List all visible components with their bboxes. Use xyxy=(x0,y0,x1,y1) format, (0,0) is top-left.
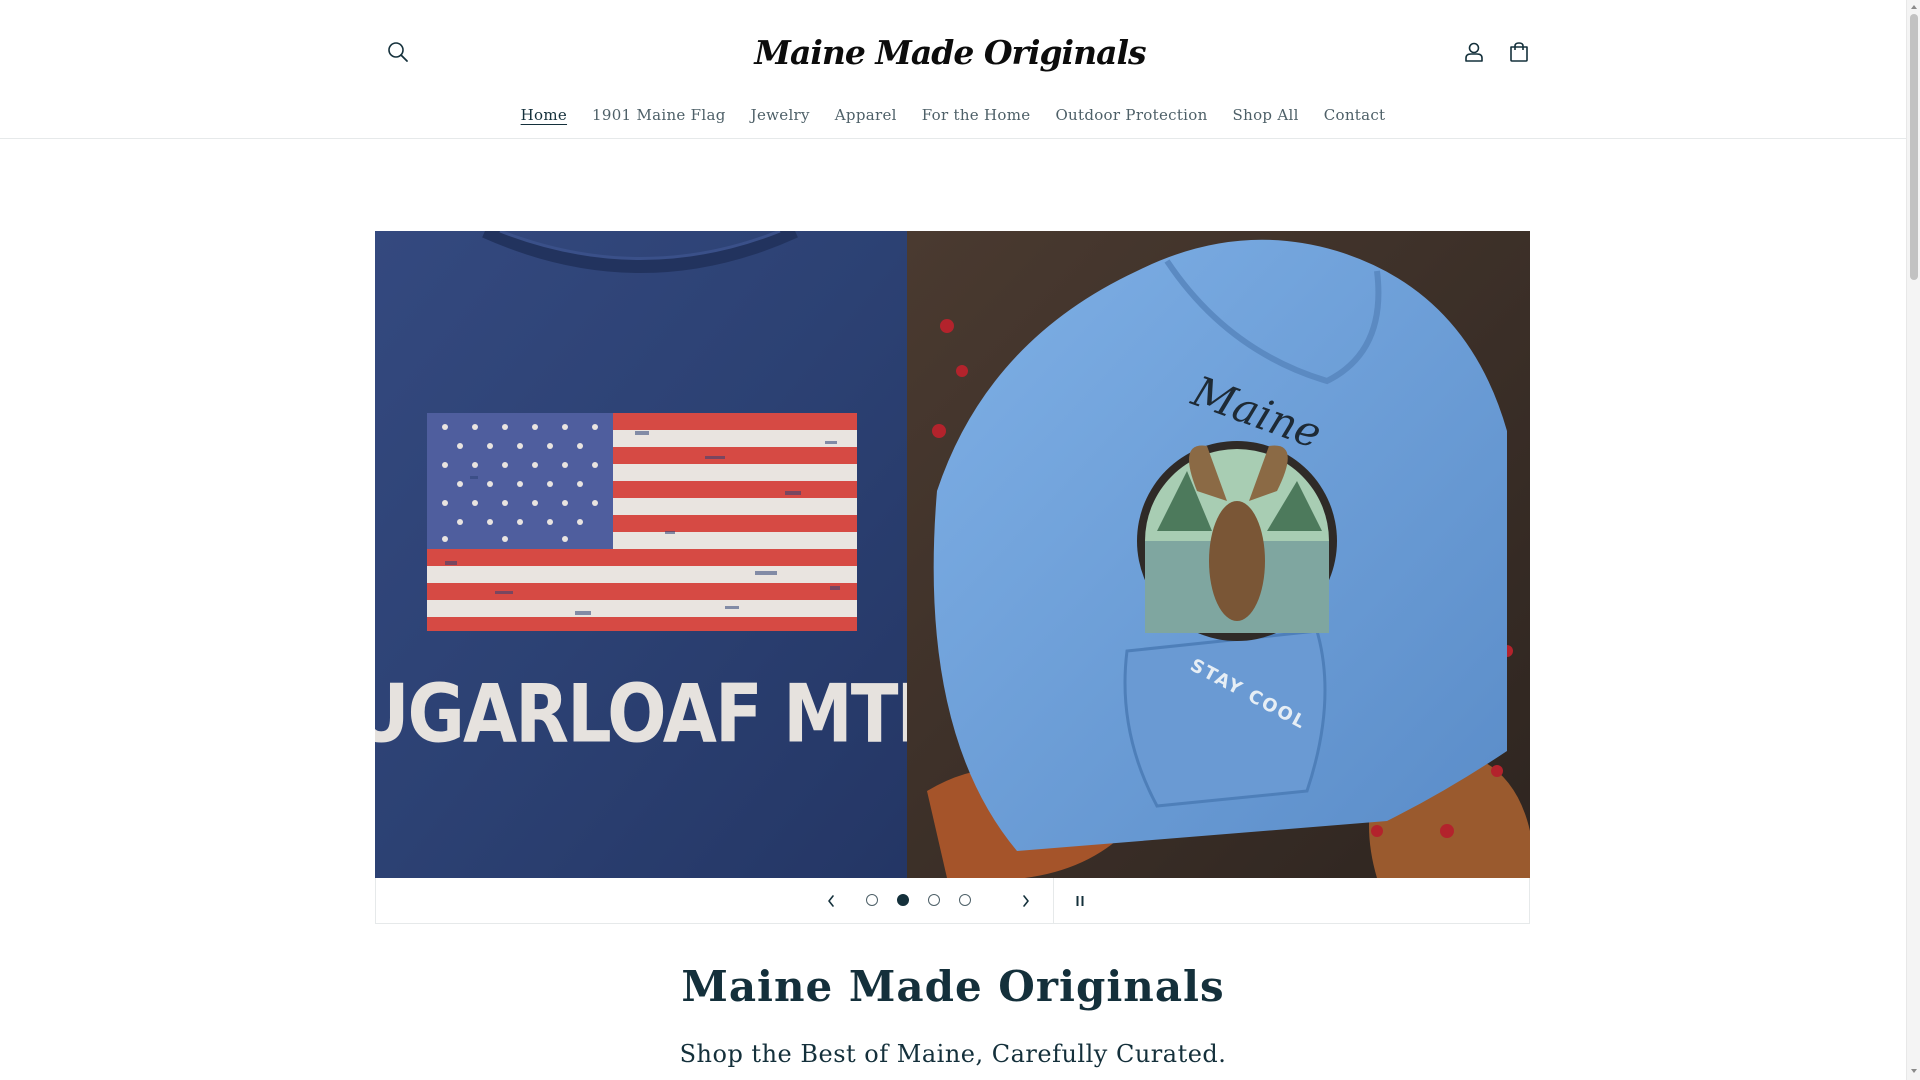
previous-slide-button[interactable] xyxy=(816,886,846,916)
nav-item-shop-all[interactable]: Shop All xyxy=(1220,106,1311,124)
nav-item-outdoor-protection[interactable]: Outdoor Protection xyxy=(1043,106,1220,124)
pause-slideshow-button[interactable] xyxy=(1065,886,1095,916)
nav-item-home[interactable]: Home xyxy=(508,106,579,124)
hoodie-image: Maine STAY COOL xyxy=(907,231,1530,878)
hero-subtitle: Shop the Best of Maine, Carefully Curate… xyxy=(679,1040,1227,1068)
slide-dot-3[interactable] xyxy=(928,894,940,906)
slide-dot-2[interactable] xyxy=(897,894,909,906)
flag-print xyxy=(427,413,857,631)
slide-dot-4[interactable] xyxy=(959,894,971,906)
slideshow-controls xyxy=(375,878,1530,924)
page: Maine Made Originals Home 1901 Maine Fla… xyxy=(0,0,1906,1080)
nav-item-1901-maine-flag[interactable]: 1901 Maine Flag xyxy=(580,106,739,124)
tshirt-image: SUGARLOAF MTN. xyxy=(375,231,907,878)
pause-icon xyxy=(1076,896,1084,906)
site-logo[interactable]: Maine Made Originals xyxy=(754,22,1146,82)
slide-dot-1[interactable] xyxy=(866,894,878,906)
cart-button[interactable] xyxy=(1501,34,1537,70)
scroll-down-arrow-icon[interactable] xyxy=(1909,1066,1919,1076)
account-button[interactable] xyxy=(1456,34,1492,70)
controls-divider xyxy=(1053,878,1054,924)
scroll-up-arrow-icon[interactable] xyxy=(1909,2,1919,12)
nav-item-contact[interactable]: Contact xyxy=(1311,106,1398,124)
chevron-right-icon xyxy=(1023,895,1029,907)
user-icon xyxy=(1465,42,1483,62)
hoodie-illustration: Maine STAY COOL xyxy=(907,231,1530,878)
search-button[interactable] xyxy=(380,34,416,70)
nav-item-for-the-home[interactable]: For the Home xyxy=(909,106,1043,124)
cart-icon xyxy=(1510,42,1528,62)
logo-text: Maine Made Originals xyxy=(754,32,1146,72)
nav-item-jewelry[interactable]: Jewelry xyxy=(738,106,822,124)
search-icon xyxy=(388,42,408,62)
scrollbar-thumb[interactable] xyxy=(1910,14,1918,280)
slide-dots xyxy=(866,894,971,906)
tshirt-illustration: SUGARLOAF MTN. xyxy=(375,231,907,878)
page-scrollbar[interactable] xyxy=(1906,0,1920,1080)
site-header: Maine Made Originals Home 1901 Maine Fla… xyxy=(0,0,1906,139)
main-nav: Home 1901 Maine Flag Jewelry Apparel For… xyxy=(0,103,1906,127)
hero-title: Maine Made Originals xyxy=(681,962,1225,1011)
moose-badge xyxy=(1137,441,1337,641)
hero-slideshow: SUGARLOAF MTN. xyxy=(375,231,1530,878)
nav-item-apparel[interactable]: Apparel xyxy=(822,106,909,124)
chevron-left-icon xyxy=(828,895,834,907)
shirt-print-text: SUGARLOAF MTN. xyxy=(375,667,907,761)
next-slide-button[interactable] xyxy=(1011,886,1041,916)
